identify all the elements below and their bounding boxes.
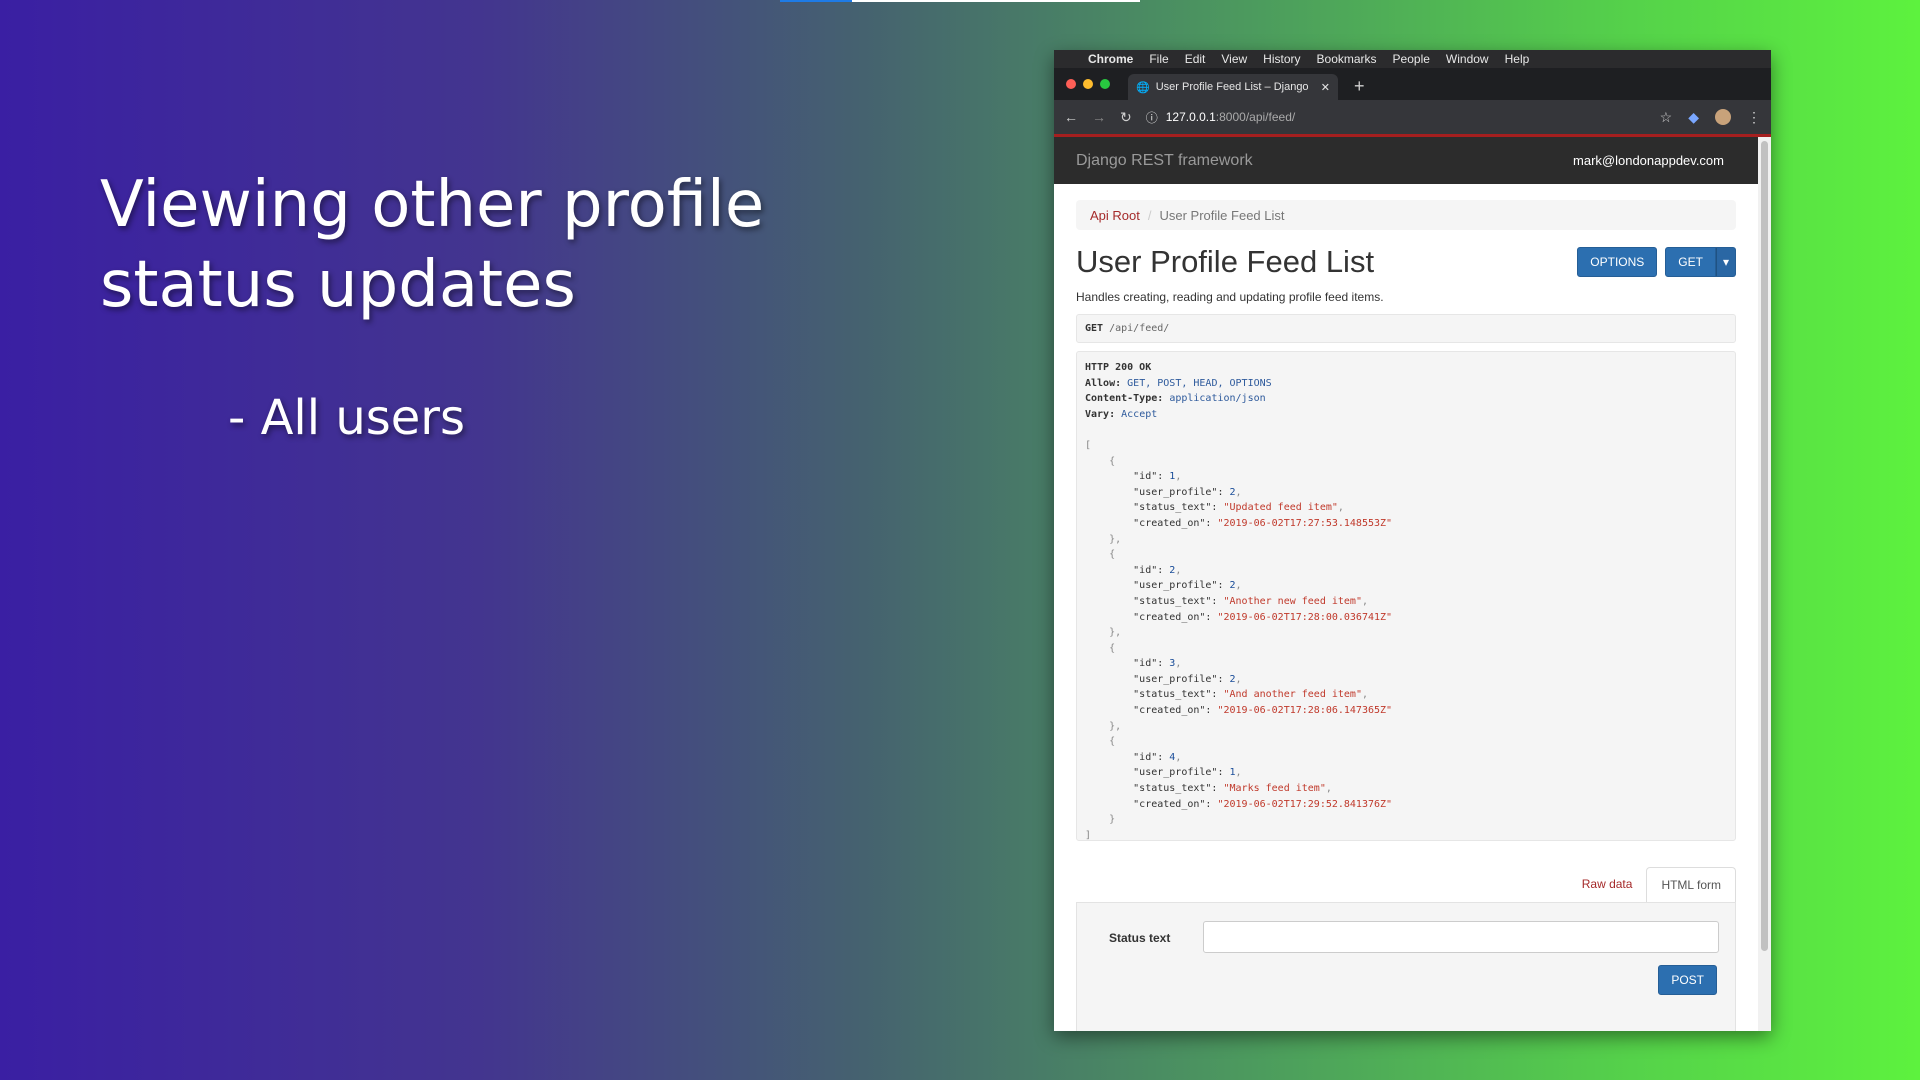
view-description: Handles creating, reading and updating p… — [1076, 290, 1384, 304]
profile-avatar[interactable] — [1715, 109, 1731, 125]
request-info: GET /api/feed/ — [1076, 314, 1736, 343]
item-created-on: 2019-06-02T17:28:00.036741Z — [1223, 611, 1387, 623]
slide-title: Viewing other profile status updates — [100, 168, 765, 322]
menu-people[interactable]: People — [1393, 52, 1430, 66]
browser-toolbar: ← → ↻ ⓘ 127.0.0.1:8000/api/feed/ ☆ ◆ ⋮ — [1054, 100, 1771, 137]
close-tab-icon[interactable]: ✕ — [1321, 81, 1330, 94]
request-method: GET — [1085, 323, 1104, 334]
page-title: User Profile Feed List — [1076, 244, 1375, 279]
get-button-group: GET ▾ — [1665, 247, 1736, 277]
more-menu-icon[interactable]: ⋮ — [1747, 109, 1761, 126]
drf-brand[interactable]: Django REST framework — [1076, 152, 1253, 170]
response-status: HTTP 200 OK — [1085, 362, 1152, 373]
browser-tab[interactable]: 🌐 User Profile Feed List – Django ✕ — [1128, 74, 1338, 100]
window-controls — [1066, 79, 1110, 89]
user-menu[interactable]: mark@londonappdev.com — [1573, 153, 1724, 168]
page-content: Django REST framework mark@londonappdev.… — [1054, 137, 1758, 1031]
get-button[interactable]: GET — [1665, 247, 1716, 277]
vary-header-label: Vary: — [1085, 408, 1116, 420]
menu-edit[interactable]: Edit — [1185, 52, 1206, 66]
address-bar[interactable]: ⓘ 127.0.0.1:8000/api/feed/ — [1146, 105, 1646, 129]
breadcrumb-separator: / — [1147, 207, 1152, 223]
options-button[interactable]: OPTIONS — [1577, 247, 1658, 277]
menu-bookmarks[interactable]: Bookmarks — [1317, 52, 1377, 66]
content-type-header-value: application/json — [1169, 393, 1266, 405]
globe-icon: 🌐 — [1136, 81, 1150, 94]
tab-html-form[interactable]: HTML form — [1646, 867, 1736, 902]
page-scrollbar[interactable] — [1758, 137, 1771, 1031]
close-window-button[interactable] — [1066, 79, 1076, 89]
slide-bullet: - All users — [228, 390, 466, 446]
breadcrumb: Api Root / User Profile Feed List — [1076, 200, 1736, 230]
tab-title: User Profile Feed List – Django — [1155, 81, 1309, 93]
reload-icon[interactable]: ↻ — [1120, 109, 1132, 126]
menu-history[interactable]: History — [1263, 52, 1300, 66]
form-tabs: Raw data HTML form — [1076, 867, 1736, 902]
breadcrumb-root-link[interactable]: Api Root — [1090, 208, 1140, 223]
allow-header-value: GET, POST, HEAD, OPTIONS — [1127, 377, 1272, 389]
status-text-label: Status text — [1109, 931, 1171, 945]
tab-raw-data[interactable]: Raw data — [1568, 867, 1647, 902]
item-status-text: And another feed item — [1229, 689, 1356, 701]
breadcrumb-current: User Profile Feed List — [1159, 207, 1285, 223]
status-text-input[interactable] — [1203, 921, 1719, 953]
post-button[interactable]: POST — [1658, 965, 1717, 995]
scrollbar-thumb[interactable] — [1761, 141, 1768, 951]
forward-icon[interactable]: → — [1092, 109, 1106, 125]
menu-file[interactable]: File — [1149, 52, 1168, 66]
item-status-text: Marks feed item — [1229, 783, 1320, 795]
item-created-on: 2019-06-02T17:27:53.148553Z — [1223, 517, 1387, 529]
menu-window[interactable]: Window — [1446, 52, 1489, 66]
info-icon[interactable]: ⓘ — [1146, 109, 1158, 126]
zoom-window-button[interactable] — [1100, 79, 1110, 89]
tab-strip: 🌐 User Profile Feed List – Django ✕ + — [1054, 68, 1771, 100]
video-progress-bar — [780, 0, 1140, 2]
item-created-on: 2019-06-02T17:28:06.147365Z — [1223, 705, 1387, 717]
item-status-text: Another new feed item — [1229, 595, 1356, 607]
minimize-window-button[interactable] — [1083, 79, 1093, 89]
response-body: HTTP 200 OK Allow: GET, POST, HEAD, OPTI… — [1076, 351, 1736, 841]
drf-navbar: Django REST framework mark@londonappdev.… — [1054, 137, 1758, 184]
item-status-text: Updated feed item — [1229, 502, 1332, 514]
menu-help[interactable]: Help — [1505, 52, 1530, 66]
extension-icon[interactable]: ◆ — [1688, 109, 1699, 126]
new-tab-icon[interactable]: + — [1354, 76, 1365, 97]
heading-row: User Profile Feed List OPTIONS GET ▾ — [1076, 244, 1736, 280]
content-type-header-label: Content-Type: — [1085, 393, 1164, 405]
html-form-panel: Status text POST — [1076, 902, 1736, 1031]
mac-menubar: Chrome File Edit View History Bookmarks … — [1054, 50, 1771, 68]
menu-app-name[interactable]: Chrome — [1088, 52, 1133, 66]
allow-header-label: Allow: — [1085, 377, 1122, 389]
back-icon[interactable]: ← — [1064, 109, 1078, 125]
item-created-on: 2019-06-02T17:29:52.841376Z — [1223, 798, 1387, 810]
url-path: :8000/api/feed/ — [1215, 110, 1296, 124]
url-host: 127.0.0.1 — [1165, 110, 1216, 124]
vary-header-value: Accept — [1121, 408, 1158, 420]
browser-window: Chrome File Edit View History Bookmarks … — [1054, 50, 1771, 1031]
get-dropdown-caret[interactable]: ▾ — [1715, 247, 1736, 277]
menu-view[interactable]: View — [1221, 52, 1247, 66]
request-path: /api/feed/ — [1109, 323, 1170, 334]
bookmark-star-icon[interactable]: ☆ — [1660, 109, 1673, 126]
video-progress-fill — [780, 0, 852, 2]
